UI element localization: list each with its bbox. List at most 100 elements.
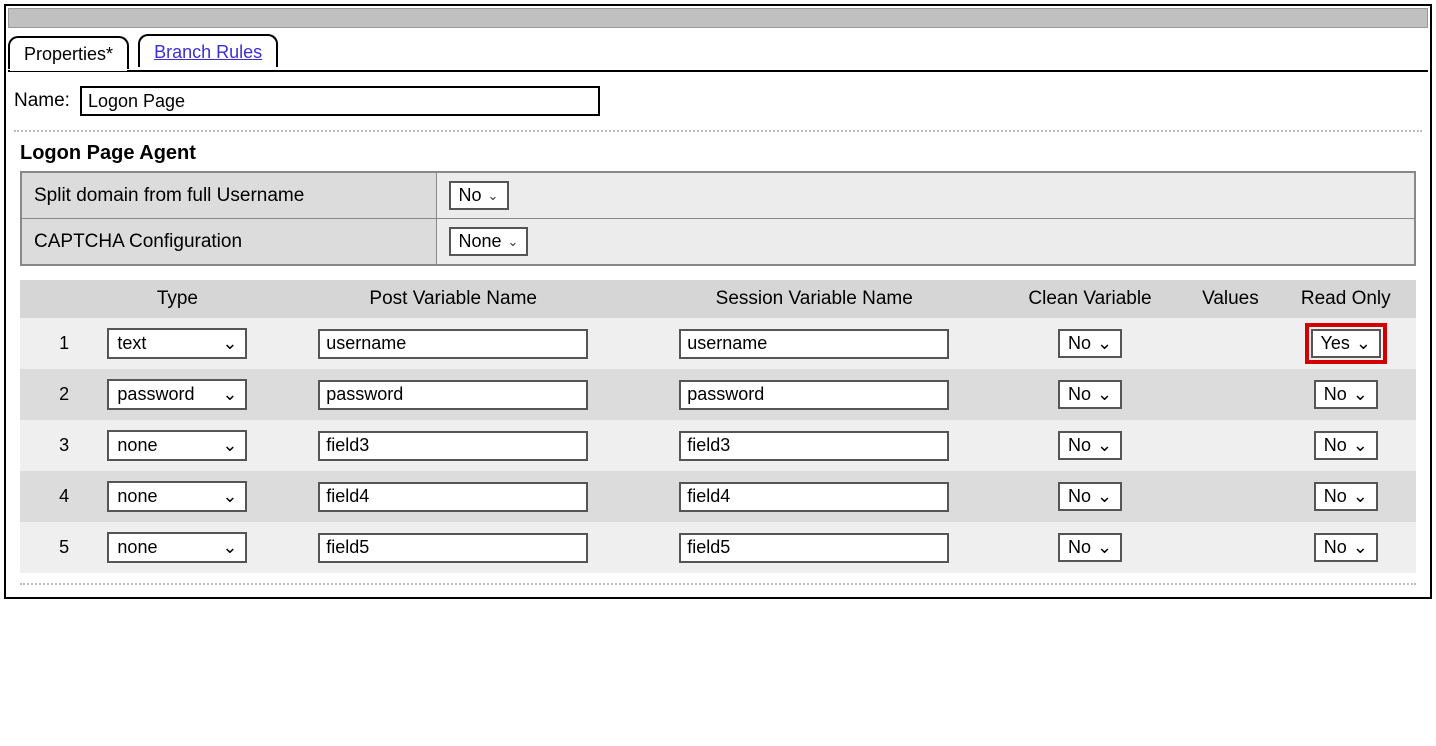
chevron-down-icon: ⌄ xyxy=(1356,333,1371,354)
chevron-down-icon: ⌄ xyxy=(1097,537,1112,558)
post-var-cell xyxy=(273,369,634,420)
table-row: 2password⌄No⌄No⌄ xyxy=(20,369,1416,420)
row-index: 3 xyxy=(46,420,82,471)
table-row: 3none⌄No⌄No⌄ xyxy=(20,420,1416,471)
read-only-cell: No ⌄ xyxy=(1276,420,1416,471)
chevron-down-icon: ⌄ xyxy=(1353,435,1368,456)
post-var-cell xyxy=(273,318,634,369)
window-frame: Properties* Branch Rules Name: Logon Pag… xyxy=(4,4,1432,599)
post-var-input[interactable] xyxy=(318,482,588,512)
captcha-select[interactable]: None ⌄ xyxy=(449,227,529,256)
type-select[interactable]: text⌄ xyxy=(107,328,247,359)
clean-var-text: No xyxy=(1068,384,1091,405)
row-corner xyxy=(20,471,46,522)
clean-var-select[interactable]: No⌄ xyxy=(1058,482,1122,511)
row-index: 1 xyxy=(46,318,82,369)
clean-var-select[interactable]: No⌄ xyxy=(1058,329,1122,358)
chevron-down-icon: ⌄ xyxy=(222,486,237,507)
read-only-select[interactable]: No ⌄ xyxy=(1314,431,1378,460)
session-var-input[interactable] xyxy=(679,329,949,359)
split-domain-select[interactable]: No ⌄ xyxy=(449,181,509,210)
values-cell xyxy=(1185,318,1275,369)
chevron-down-icon: ⌄ xyxy=(1353,486,1368,507)
read-only-select[interactable]: Yes⌄ xyxy=(1311,329,1381,358)
chevron-down-icon: ⌄ xyxy=(1353,384,1368,405)
name-row: Name: xyxy=(14,86,1422,116)
clean-var-text: No xyxy=(1068,435,1091,456)
read-only-text: No xyxy=(1324,537,1347,558)
row-corner xyxy=(20,420,46,471)
session-var-cell xyxy=(634,318,995,369)
chevron-down-icon: ⌄ xyxy=(1353,537,1368,558)
tab-properties[interactable]: Properties* xyxy=(8,36,129,69)
chevron-down-icon: ⌄ xyxy=(1097,384,1112,405)
clean-var-select[interactable]: No⌄ xyxy=(1058,431,1122,460)
type-cell: text⌄ xyxy=(82,318,273,369)
clean-var-cell: No⌄ xyxy=(995,318,1186,369)
clean-var-select[interactable]: No ⌄ xyxy=(1058,533,1122,562)
title-bar xyxy=(8,8,1428,28)
row-index: 4 xyxy=(46,471,82,522)
chevron-down-icon: ⌄ xyxy=(508,234,519,250)
chevron-down-icon: ⌄ xyxy=(488,188,499,204)
row-index: 5 xyxy=(46,522,82,573)
captcha-row: CAPTCHA Configuration None ⌄ xyxy=(21,219,1415,266)
clean-var-cell: No ⌄ xyxy=(995,369,1186,420)
type-select-text: none xyxy=(117,537,157,558)
chevron-down-icon: ⌄ xyxy=(222,537,237,558)
col-post-var: Post Variable Name xyxy=(273,280,634,318)
post-var-input[interactable] xyxy=(318,380,588,410)
read-only-select[interactable]: No ⌄ xyxy=(1314,380,1378,409)
table-row: 4none⌄No⌄No⌄ xyxy=(20,471,1416,522)
col-type: Type xyxy=(82,280,273,318)
post-var-input[interactable] xyxy=(318,431,588,461)
captcha-value-cell: None ⌄ xyxy=(436,219,1415,266)
clean-var-cell: No⌄ xyxy=(995,471,1186,522)
type-select[interactable]: none ⌄ xyxy=(107,532,247,563)
read-only-cell: Yes⌄ xyxy=(1276,318,1416,369)
captcha-label: CAPTCHA Configuration xyxy=(21,219,436,266)
session-var-input[interactable] xyxy=(679,380,949,410)
type-select-text: none xyxy=(117,435,157,456)
agent-config-table: Split domain from full Username No ⌄ CAP… xyxy=(20,171,1416,266)
captcha-select-text: None xyxy=(459,231,502,252)
type-select-text: none xyxy=(117,486,157,507)
name-input[interactable] xyxy=(80,86,600,116)
fields-header-row: Type Post Variable Name Session Variable… xyxy=(20,280,1416,318)
read-only-text: No xyxy=(1324,435,1347,456)
col-session-var: Session Variable Name xyxy=(634,280,995,318)
type-select-text: text xyxy=(117,333,146,354)
col-idx xyxy=(46,280,82,318)
chevron-down-icon: ⌄ xyxy=(1097,486,1112,507)
tab-branch-rules-link[interactable]: Branch Rules xyxy=(154,42,262,62)
clean-var-cell: No⌄ xyxy=(995,420,1186,471)
post-var-input[interactable] xyxy=(318,329,588,359)
type-select[interactable]: none⌄ xyxy=(107,430,247,461)
type-select[interactable]: password⌄ xyxy=(107,379,247,410)
tab-branch-rules[interactable]: Branch Rules xyxy=(138,34,278,67)
read-only-text: No xyxy=(1324,486,1347,507)
session-var-cell xyxy=(634,420,995,471)
type-cell: none ⌄ xyxy=(82,522,273,573)
clean-var-text: No xyxy=(1068,537,1091,558)
read-only-select[interactable]: No ⌄ xyxy=(1314,533,1378,562)
col-clean-var: Clean Variable xyxy=(995,280,1186,318)
read-only-cell: No ⌄ xyxy=(1276,522,1416,573)
col-values: Values xyxy=(1185,280,1275,318)
type-select-text: password xyxy=(117,384,194,405)
session-var-input[interactable] xyxy=(679,533,949,563)
post-var-input[interactable] xyxy=(318,533,588,563)
read-only-select[interactable]: No ⌄ xyxy=(1314,482,1378,511)
session-var-cell xyxy=(634,369,995,420)
session-var-input[interactable] xyxy=(679,482,949,512)
post-var-cell xyxy=(273,522,634,573)
read-only-text: No xyxy=(1324,384,1347,405)
clean-var-select[interactable]: No ⌄ xyxy=(1058,380,1122,409)
type-cell: none ⌄ xyxy=(82,471,273,522)
session-var-input[interactable] xyxy=(679,431,949,461)
chevron-down-icon: ⌄ xyxy=(1097,333,1112,354)
split-domain-label: Split domain from full Username xyxy=(21,172,436,219)
values-cell xyxy=(1185,369,1275,420)
type-select[interactable]: none ⌄ xyxy=(107,481,247,512)
divider-bottom xyxy=(20,583,1416,585)
